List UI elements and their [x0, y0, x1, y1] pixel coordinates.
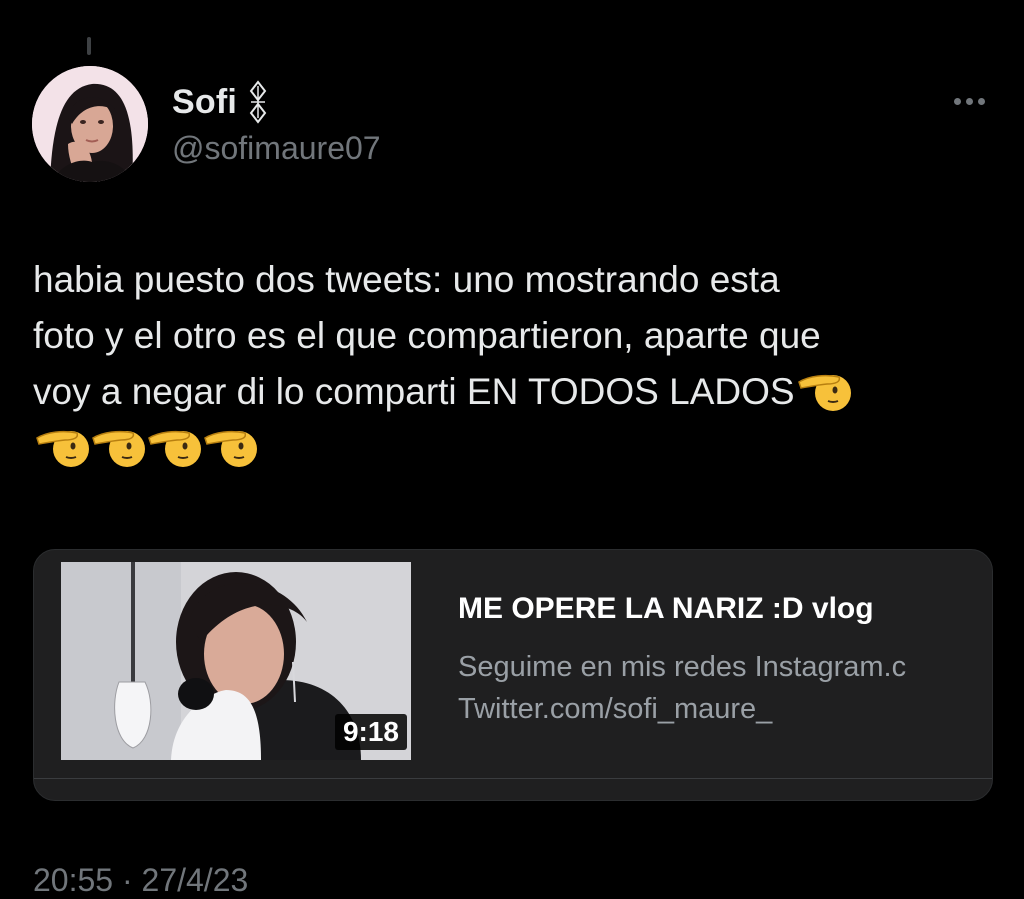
tweet-text-line: voy a negar di lo comparti EN TODOS LADO…: [33, 364, 1003, 420]
author-handle[interactable]: @sofimaure07: [172, 130, 381, 167]
link-card-description: Seguime en mis redes Instagram.c Twitter…: [458, 646, 990, 730]
card-divider: [34, 778, 992, 779]
tweet-timestamp[interactable]: 20:55 · 27/4/23: [33, 862, 248, 899]
tweet-text-line: foto y el otro es el que compartieron, a…: [33, 315, 821, 356]
thread-connector-line: [87, 37, 91, 55]
more-horizontal-icon: [953, 97, 961, 105]
video-duration-badge: 9:18: [334, 714, 407, 750]
tweet-text-line: habia puesto dos tweets: uno mostrando e…: [33, 259, 780, 300]
avatar[interactable]: [32, 66, 148, 182]
saluting-face-emoji-icon: [36, 430, 90, 468]
author-display-name[interactable]: Sofi: [172, 83, 237, 122]
diamond-ornament-icon: [249, 80, 267, 124]
link-card-title: ME OPERE LA NARIZ :D vlog: [458, 592, 874, 625]
link-card-description-line: Twitter.com/sofi_maure_: [458, 693, 773, 725]
saluting-face-emoji-icon: [204, 430, 258, 468]
more-options-button[interactable]: [944, 86, 994, 116]
tweet-emoji-line: [33, 420, 1003, 476]
saluting-face-emoji-icon: [797, 374, 852, 412]
link-preview-card[interactable]: 9:18 ME OPERE LA NARIZ :D vlog Seguime e…: [33, 549, 993, 801]
profile-photo-icon: [32, 66, 148, 182]
saluting-face-emoji-icon: [92, 430, 146, 468]
saluting-face-emoji-icon: [148, 430, 202, 468]
video-thumbnail: 9:18: [61, 562, 411, 760]
link-card-description-line: Seguime en mis redes Instagram.c: [458, 651, 907, 683]
tweet-body: habia puesto dos tweets: uno mostrando e…: [33, 252, 1003, 476]
